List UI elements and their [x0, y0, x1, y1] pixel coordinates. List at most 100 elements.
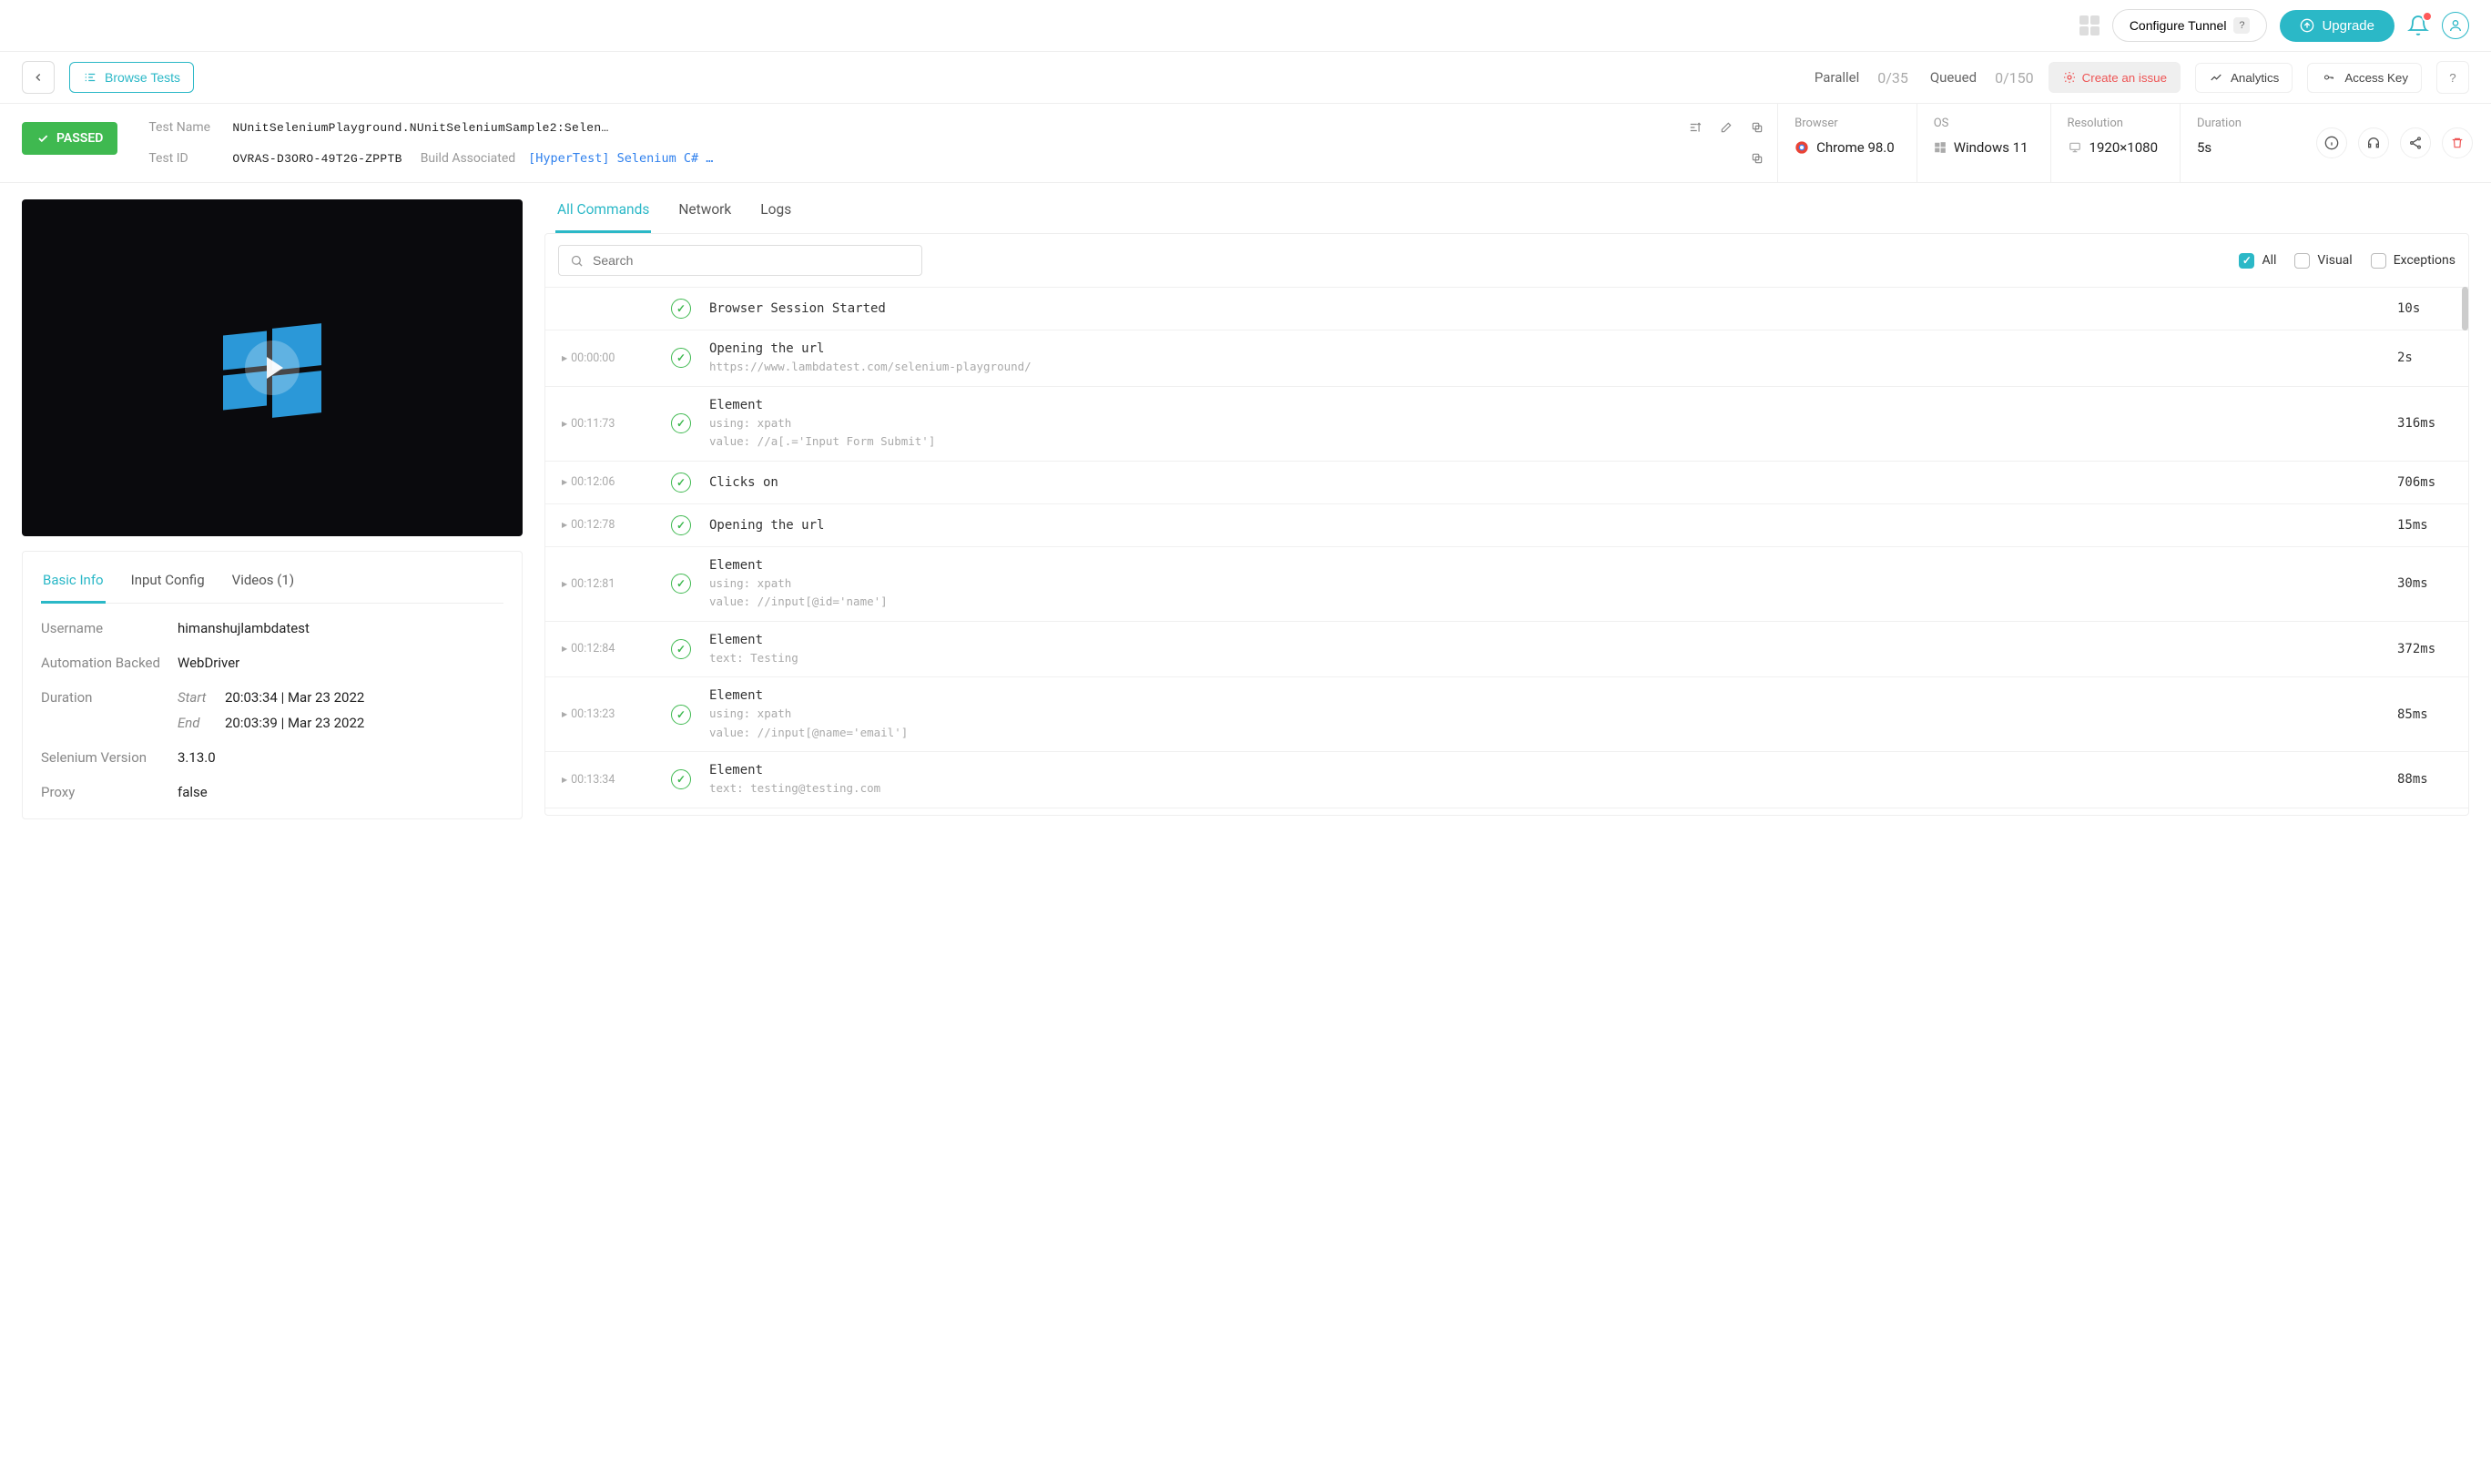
start-label: Start	[178, 689, 225, 706]
analytics-icon	[2209, 71, 2223, 84]
help-icon: ?	[2233, 17, 2250, 34]
resolution-label: Resolution	[2068, 117, 2158, 130]
tab-network[interactable]: Network	[676, 199, 733, 233]
notifications-button[interactable]	[2407, 15, 2429, 36]
command-row[interactable]: 00:13:34Elementtext: testing@testing.com…	[545, 751, 2468, 808]
build-link[interactable]: [HyperTest] Selenium C# Play…	[528, 151, 719, 166]
parallel-value: 0/35	[1877, 69, 1908, 86]
analytics-label: Analytics	[2231, 71, 2279, 85]
create-issue-label: Create an issue	[2082, 71, 2167, 85]
os-value: Windows 11	[1934, 139, 2028, 156]
tab-logs[interactable]: Logs	[758, 199, 793, 233]
command-timestamp: 00:11:73	[562, 417, 653, 431]
scrollbar-thumb[interactable]	[2462, 287, 2468, 330]
video-player[interactable]	[22, 199, 523, 536]
command-subtitle: value: //input[@name='email']	[709, 725, 2379, 741]
command-row[interactable]: 00:11:73Elementusing: xpathvalue: //a[.=…	[545, 386, 2468, 461]
filter-exceptions[interactable]: Exceptions	[2371, 253, 2455, 269]
command-title: Browser Session Started	[709, 301, 2379, 316]
command-title: Element	[709, 763, 2379, 778]
filter-visual[interactable]: Visual	[2294, 253, 2352, 269]
tab-basic-info[interactable]: Basic Info	[41, 563, 106, 604]
analytics-button[interactable]: Analytics	[2195, 63, 2293, 93]
copy-id-button[interactable]	[1746, 147, 1768, 169]
command-row[interactable]: 00:12:81Elementusing: xpathvalue: //inpu…	[545, 546, 2468, 621]
back-button[interactable]	[22, 61, 55, 94]
help-button[interactable]: ?	[2436, 61, 2469, 94]
status-check-icon	[671, 515, 691, 535]
test-name-label: Test Name	[148, 120, 219, 135]
selenium-label: Selenium Version	[41, 749, 168, 766]
command-row[interactable]: 00:13:43Elementusing: xpathvalue: //inpu…	[545, 808, 2468, 816]
parallel-label: Parallel	[1815, 69, 1859, 86]
command-row[interactable]: 00:12:06Clicks on706ms	[545, 461, 2468, 503]
monitor-icon	[2068, 141, 2082, 154]
command-row[interactable]: 00:13:23Elementusing: xpathvalue: //inpu…	[545, 676, 2468, 751]
command-duration: 316ms	[2397, 416, 2452, 431]
command-subtitle: text: testing@testing.com	[709, 780, 2379, 797]
user-icon	[2448, 18, 2463, 33]
search-input-wrap[interactable]	[558, 245, 922, 276]
command-duration: 88ms	[2397, 772, 2452, 787]
command-body: Opening the url	[709, 518, 2379, 533]
command-duration: 2s	[2397, 351, 2452, 365]
configure-tunnel-label: Configure Tunnel	[2130, 18, 2227, 33]
search-icon	[570, 254, 584, 268]
username-value: himanshujlambdatest	[178, 620, 503, 636]
browser-value: Chrome 98.0	[1795, 139, 1895, 156]
status-check-icon	[671, 299, 691, 319]
automation-value: WebDriver	[178, 655, 503, 671]
command-row[interactable]: 00:12:78Opening the url15ms	[545, 503, 2468, 546]
tab-all-commands[interactable]: All Commands	[555, 199, 651, 233]
edit-icon-button[interactable]	[1715, 117, 1737, 138]
upgrade-button[interactable]: Upgrade	[2280, 10, 2394, 42]
sort-icon-button[interactable]	[1684, 117, 1706, 138]
command-row[interactable]: 00:00:00Opening the urlhttps://www.lambd…	[545, 330, 2468, 386]
info-tabs: Basic Info Input Config Videos (1)	[41, 563, 503, 604]
queued-value: 0/150	[1995, 69, 2034, 86]
command-subtitle: text: Testing	[709, 650, 2379, 666]
headset-button[interactable]	[2358, 127, 2389, 158]
command-duration: 10s	[2397, 301, 2452, 316]
create-issue-button[interactable]: Create an issue	[2049, 62, 2181, 93]
share-icon	[2408, 136, 2423, 150]
command-subtitle: using: xpath	[709, 706, 2379, 722]
proxy-value: false	[178, 784, 503, 800]
bug-icon	[2062, 70, 2077, 85]
share-button[interactable]	[2400, 127, 2431, 158]
browse-tests-label: Browse Tests	[105, 70, 180, 85]
checkbox-icon	[2371, 253, 2386, 269]
duration-value: 5s	[2197, 139, 2276, 156]
command-timestamp: 00:12:06	[562, 475, 653, 489]
tab-input-config[interactable]: Input Config	[129, 563, 207, 603]
apps-grid-icon[interactable]	[2079, 15, 2100, 36]
test-header: PASSED Test Name NUnitSeleniumPlayground…	[0, 104, 2491, 183]
checkbox-icon	[2294, 253, 2310, 269]
automation-label: Automation Backed	[41, 655, 168, 671]
status-text: PASSED	[56, 131, 103, 146]
test-id-label: Test ID	[148, 151, 219, 166]
access-key-button[interactable]: Access Key	[2307, 63, 2422, 93]
trash-icon	[2451, 136, 2464, 150]
tab-videos[interactable]: Videos (1)	[230, 563, 296, 603]
command-title: Element	[709, 688, 2379, 703]
filter-all[interactable]: All	[2239, 253, 2276, 269]
command-list[interactable]: Browser Session Started 10s 00:00:00Openin…	[545, 287, 2468, 815]
command-row[interactable]: 00:12:84Elementtext: Testing372ms	[545, 621, 2468, 677]
filter-all-label: All	[2262, 253, 2276, 268]
info-button[interactable]	[2316, 127, 2347, 158]
copy-name-button[interactable]	[1746, 117, 1768, 138]
filter-exceptions-label: Exceptions	[2394, 253, 2455, 268]
delete-button[interactable]	[2442, 127, 2473, 158]
command-row[interactable]: Browser Session Started 10s	[545, 287, 2468, 330]
command-duration: 85ms	[2397, 707, 2452, 722]
key-icon	[2321, 72, 2337, 83]
status-check-icon	[671, 473, 691, 493]
profile-button[interactable]	[2442, 12, 2469, 39]
search-input[interactable]	[593, 253, 910, 268]
configure-tunnel-button[interactable]: Configure Tunnel ?	[2112, 9, 2268, 42]
check-icon	[36, 132, 49, 145]
browse-tests-button[interactable]: Browse Tests	[69, 62, 194, 93]
status-badge: PASSED	[22, 122, 117, 155]
command-body: Element using: xpath value: //input[@name=…	[709, 688, 2379, 740]
